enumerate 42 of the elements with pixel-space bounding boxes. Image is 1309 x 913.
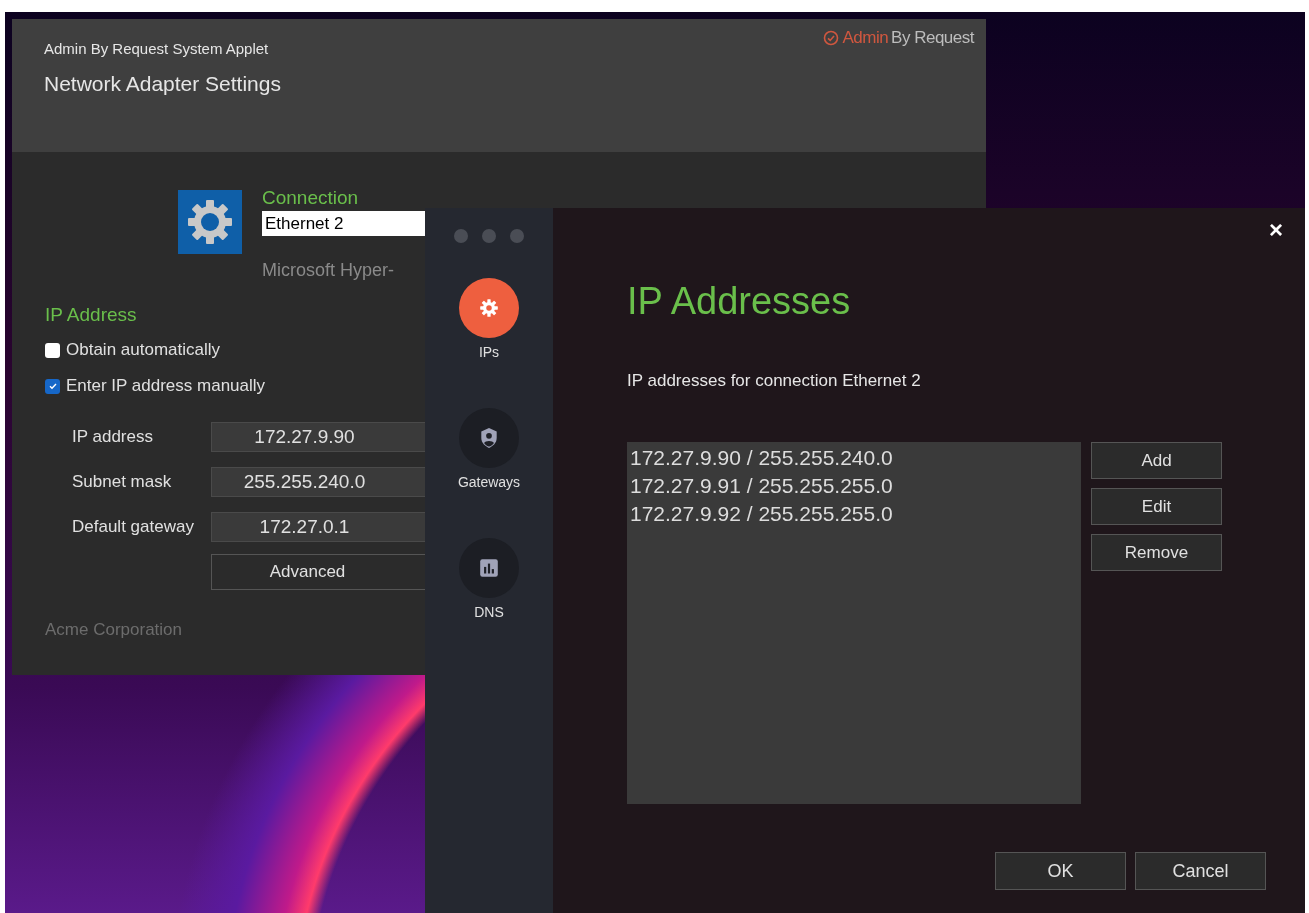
field-label: Subnet mask <box>71 472 173 492</box>
nav-label: IPs <box>478 344 500 360</box>
section-label: IP Address <box>45 304 137 326</box>
list-action-button[interactable]: Edit <box>1091 488 1222 525</box>
option-label: Obtain automatically <box>66 340 221 360</box>
company-name: Acme Corporation <box>45 620 183 640</box>
advanced-button[interactable]: Advanced <box>211 554 428 590</box>
field-label: Default gateway <box>71 517 195 537</box>
dialog-subtitle: IP addresses for connection Ethernet 2 <box>627 371 922 391</box>
brand-logo-text: By Request <box>891 28 974 48</box>
option-label: Enter IP address manually <box>66 376 266 396</box>
address-list-item[interactable]: 172.27.9.90 / 255.255.240.0 <box>630 444 1078 472</box>
address-field[interactable]: 255.255.240.0 <box>211 467 428 497</box>
address-field[interactable]: 172.27.9.90 <box>211 422 428 452</box>
nav-label: Gateways <box>457 474 521 490</box>
field-label: IP address <box>71 427 154 447</box>
gear-icon <box>178 190 242 254</box>
close-button[interactable]: × <box>1269 216 1283 244</box>
address-list-item[interactable]: 172.27.9.91 / 255.255.255.0 <box>630 472 1078 500</box>
checkbox[interactable] <box>45 378 60 394</box>
gear-icon <box>478 297 500 319</box>
window-dot-icon[interactable] <box>510 229 524 243</box>
dialog-title: IP Addresses <box>627 280 852 323</box>
check-circle-icon <box>823 30 840 46</box>
window-dot-icon[interactable] <box>454 229 468 243</box>
dialog-button[interactable]: Cancel <box>1135 852 1266 890</box>
window-title: Network Adapter Settings <box>44 72 282 96</box>
address-list-item[interactable]: 172.27.9.92 / 255.255.255.0 <box>630 500 1078 528</box>
section-label: Connection <box>262 186 360 210</box>
adapter-name: Microsoft Hyper- <box>262 260 396 281</box>
app-name: Admin By Request System Applet <box>44 40 270 57</box>
bar-chart-icon <box>478 557 500 579</box>
dialog-button[interactable]: OK <box>995 852 1126 890</box>
nav-label: DNS <box>474 604 504 620</box>
list-action-button[interactable]: Remove <box>1091 534 1222 571</box>
brand-logo-text: Admin <box>842 28 889 48</box>
nav-button[interactable] <box>459 278 519 338</box>
checkbox[interactable] <box>45 342 60 358</box>
address-field[interactable]: 172.27.0.1 <box>211 512 428 542</box>
window-dot-icon[interactable] <box>482 229 496 243</box>
shield-person-icon <box>478 427 500 449</box>
list-action-button[interactable]: Add <box>1091 442 1222 479</box>
